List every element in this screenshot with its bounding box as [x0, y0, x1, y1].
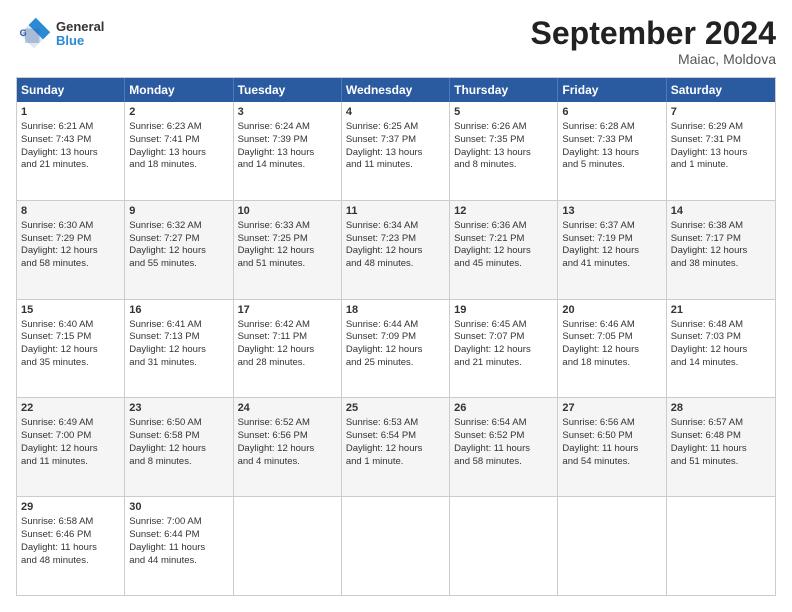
day-cell-3: 3Sunrise: 6:24 AM Sunset: 7:39 PM Daylig…	[234, 102, 342, 200]
calendar-row-2: 8Sunrise: 6:30 AM Sunset: 7:29 PM Daylig…	[17, 201, 775, 300]
calendar-row-1: 1Sunrise: 6:21 AM Sunset: 7:43 PM Daylig…	[17, 102, 775, 201]
day-cell-27: 27Sunrise: 6:56 AM Sunset: 6:50 PM Dayli…	[558, 398, 666, 496]
day-number-19: 19	[454, 303, 553, 318]
day-cell-15: 15Sunrise: 6:40 AM Sunset: 7:15 PM Dayli…	[17, 300, 125, 398]
day-number-26: 26	[454, 401, 553, 416]
day-cell-13: 13Sunrise: 6:37 AM Sunset: 7:19 PM Dayli…	[558, 201, 666, 299]
day-number-25: 25	[346, 401, 445, 416]
day-number-9: 9	[129, 204, 228, 219]
day-number-3: 3	[238, 105, 337, 120]
calendar: Sunday Monday Tuesday Wednesday Thursday…	[16, 77, 776, 596]
day-number-16: 16	[129, 303, 228, 318]
logo-line1: General	[56, 20, 104, 34]
empty-cell-r4c6	[667, 497, 775, 595]
day-cell-16: 16Sunrise: 6:41 AM Sunset: 7:13 PM Dayli…	[125, 300, 233, 398]
header-sunday: Sunday	[17, 78, 125, 102]
header: G General Blue September 2024 Maiac, Mol…	[16, 16, 776, 67]
day-number-14: 14	[671, 204, 771, 219]
day-cell-8: 8Sunrise: 6:30 AM Sunset: 7:29 PM Daylig…	[17, 201, 125, 299]
day-cell-4: 4Sunrise: 6:25 AM Sunset: 7:37 PM Daylig…	[342, 102, 450, 200]
day-number-13: 13	[562, 204, 661, 219]
day-number-30: 30	[129, 500, 228, 515]
day-number-17: 17	[238, 303, 337, 318]
day-cell-22: 22Sunrise: 6:49 AM Sunset: 7:00 PM Dayli…	[17, 398, 125, 496]
svg-text:G: G	[20, 28, 27, 38]
empty-cell-r4c3	[342, 497, 450, 595]
day-cell-24: 24Sunrise: 6:52 AM Sunset: 6:56 PM Dayli…	[234, 398, 342, 496]
day-number-2: 2	[129, 105, 228, 120]
day-cell-26: 26Sunrise: 6:54 AM Sunset: 6:52 PM Dayli…	[450, 398, 558, 496]
day-number-1: 1	[21, 105, 120, 120]
day-number-11: 11	[346, 204, 445, 219]
calendar-row-3: 15Sunrise: 6:40 AM Sunset: 7:15 PM Dayli…	[17, 300, 775, 399]
day-cell-25: 25Sunrise: 6:53 AM Sunset: 6:54 PM Dayli…	[342, 398, 450, 496]
day-number-27: 27	[562, 401, 661, 416]
logo: G General Blue	[16, 16, 104, 52]
location: Maiac, Moldova	[531, 51, 776, 67]
header-thursday: Thursday	[450, 78, 558, 102]
day-number-4: 4	[346, 105, 445, 120]
day-cell-7: 7Sunrise: 6:29 AM Sunset: 7:31 PM Daylig…	[667, 102, 775, 200]
day-number-8: 8	[21, 204, 120, 219]
day-number-21: 21	[671, 303, 771, 318]
day-cell-18: 18Sunrise: 6:44 AM Sunset: 7:09 PM Dayli…	[342, 300, 450, 398]
header-saturday: Saturday	[667, 78, 775, 102]
calendar-row-5: 29Sunrise: 6:58 AM Sunset: 6:46 PM Dayli…	[17, 497, 775, 595]
logo-text: General Blue	[56, 20, 104, 49]
header-wednesday: Wednesday	[342, 78, 450, 102]
day-cell-20: 20Sunrise: 6:46 AM Sunset: 7:05 PM Dayli…	[558, 300, 666, 398]
day-cell-19: 19Sunrise: 6:45 AM Sunset: 7:07 PM Dayli…	[450, 300, 558, 398]
empty-cell-r4c4	[450, 497, 558, 595]
day-number-29: 29	[21, 500, 120, 515]
calendar-header: Sunday Monday Tuesday Wednesday Thursday…	[17, 78, 775, 102]
day-number-10: 10	[238, 204, 337, 219]
header-tuesday: Tuesday	[234, 78, 342, 102]
day-number-12: 12	[454, 204, 553, 219]
day-cell-12: 12Sunrise: 6:36 AM Sunset: 7:21 PM Dayli…	[450, 201, 558, 299]
day-number-18: 18	[346, 303, 445, 318]
day-cell-21: 21Sunrise: 6:48 AM Sunset: 7:03 PM Dayli…	[667, 300, 775, 398]
day-number-20: 20	[562, 303, 661, 318]
empty-cell-r4c5	[558, 497, 666, 595]
day-number-22: 22	[21, 401, 120, 416]
day-number-24: 24	[238, 401, 337, 416]
day-cell-5: 5Sunrise: 6:26 AM Sunset: 7:35 PM Daylig…	[450, 102, 558, 200]
empty-cell-r4c2	[234, 497, 342, 595]
day-number-28: 28	[671, 401, 771, 416]
page: G General Blue September 2024 Maiac, Mol…	[0, 0, 792, 612]
header-friday: Friday	[558, 78, 666, 102]
day-cell-9: 9Sunrise: 6:32 AM Sunset: 7:27 PM Daylig…	[125, 201, 233, 299]
calendar-row-4: 22Sunrise: 6:49 AM Sunset: 7:00 PM Dayli…	[17, 398, 775, 497]
header-monday: Monday	[125, 78, 233, 102]
day-cell-23: 23Sunrise: 6:50 AM Sunset: 6:58 PM Dayli…	[125, 398, 233, 496]
day-number-7: 7	[671, 105, 771, 120]
day-cell-29: 29Sunrise: 6:58 AM Sunset: 6:46 PM Dayli…	[17, 497, 125, 595]
logo-line2: Blue	[56, 34, 104, 48]
day-cell-14: 14Sunrise: 6:38 AM Sunset: 7:17 PM Dayli…	[667, 201, 775, 299]
day-cell-1: 1Sunrise: 6:21 AM Sunset: 7:43 PM Daylig…	[17, 102, 125, 200]
day-number-15: 15	[21, 303, 120, 318]
day-number-6: 6	[562, 105, 661, 120]
day-cell-17: 17Sunrise: 6:42 AM Sunset: 7:11 PM Dayli…	[234, 300, 342, 398]
day-number-23: 23	[129, 401, 228, 416]
day-cell-30: 30Sunrise: 7:00 AM Sunset: 6:44 PM Dayli…	[125, 497, 233, 595]
logo-icon: G	[16, 16, 52, 52]
day-cell-6: 6Sunrise: 6:28 AM Sunset: 7:33 PM Daylig…	[558, 102, 666, 200]
day-cell-28: 28Sunrise: 6:57 AM Sunset: 6:48 PM Dayli…	[667, 398, 775, 496]
day-cell-10: 10Sunrise: 6:33 AM Sunset: 7:25 PM Dayli…	[234, 201, 342, 299]
day-cell-11: 11Sunrise: 6:34 AM Sunset: 7:23 PM Dayli…	[342, 201, 450, 299]
day-number-5: 5	[454, 105, 553, 120]
title-block: September 2024 Maiac, Moldova	[531, 16, 776, 67]
calendar-body: 1Sunrise: 6:21 AM Sunset: 7:43 PM Daylig…	[17, 102, 775, 595]
month-title: September 2024	[531, 16, 776, 51]
day-cell-2: 2Sunrise: 6:23 AM Sunset: 7:41 PM Daylig…	[125, 102, 233, 200]
